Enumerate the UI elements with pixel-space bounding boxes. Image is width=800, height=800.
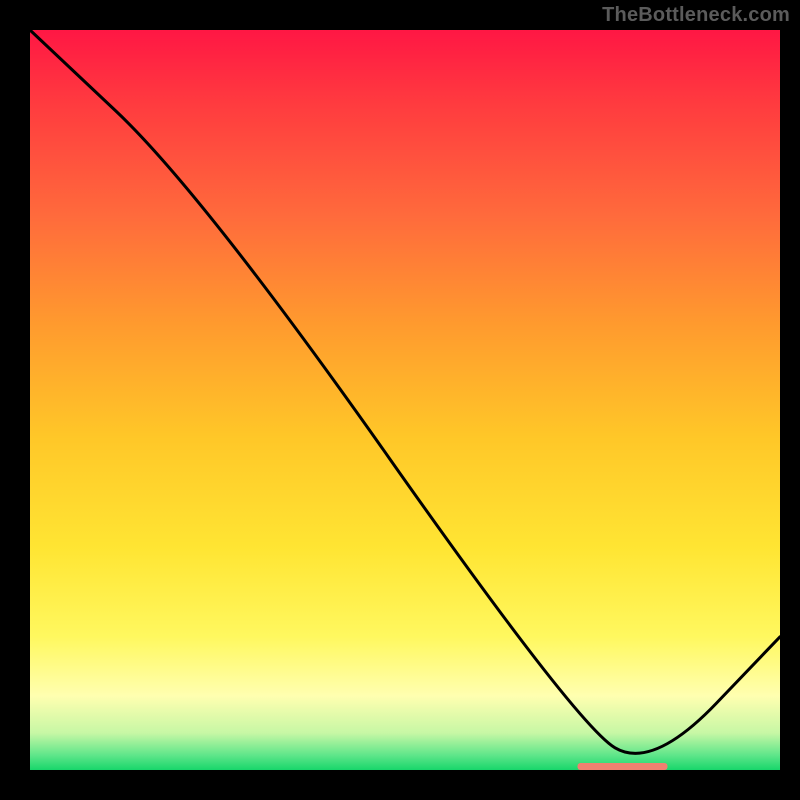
chart-svg <box>30 30 780 770</box>
chart-frame: TheBottleneck.com <box>0 0 800 800</box>
marker-strip <box>578 763 668 770</box>
plot-area <box>30 30 780 770</box>
watermark-text: TheBottleneck.com <box>602 4 790 27</box>
gradient-background <box>30 30 780 770</box>
